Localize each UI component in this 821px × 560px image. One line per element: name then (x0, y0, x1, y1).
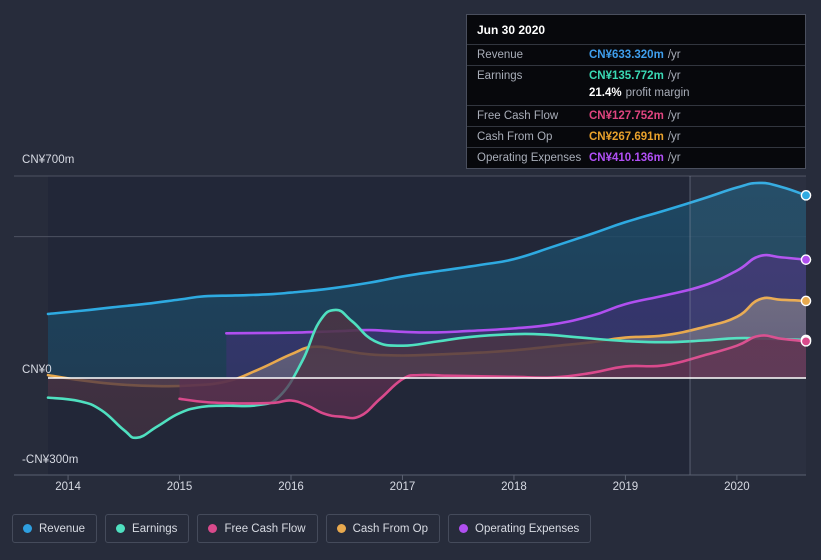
y-axis-label-zero: CN¥0 (22, 364, 52, 376)
tooltip-row: 21.4% profit margin (467, 86, 805, 105)
legend-item-operating-expenses[interactable]: Operating Expenses (448, 514, 591, 543)
series-endpoint-marker[interactable] (801, 191, 810, 200)
tooltip-row: Cash From OpCN¥267.691m/yr (467, 126, 805, 147)
series-endpoint-marker[interactable] (801, 337, 810, 346)
legend-item-free-cash-flow[interactable]: Free Cash Flow (197, 514, 317, 543)
legend-color-dot-icon (459, 524, 468, 533)
x-axis-label: 2016 (278, 481, 304, 493)
x-axis-label: 2017 (390, 481, 416, 493)
y-axis-label-bottom: -CN¥300m (22, 454, 78, 466)
tooltip-row-label: Free Cash Flow (477, 110, 589, 122)
legend-item-label: Free Cash Flow (224, 523, 305, 535)
tooltip-row-value: CN¥633.320m (589, 49, 664, 61)
tooltip-row-label: Operating Expenses (477, 152, 589, 164)
legend-color-dot-icon (23, 524, 32, 533)
y-axis-label-top: CN¥700m (22, 154, 74, 166)
x-axis-label: 2014 (55, 481, 81, 493)
tooltip-row: Free Cash FlowCN¥127.752m/yr (467, 105, 805, 126)
tooltip-row-unit: /yr (668, 49, 681, 61)
x-axis-label: 2019 (613, 481, 639, 493)
chart-tooltip: Jun 30 2020 RevenueCN¥633.320m/yrEarning… (466, 14, 806, 169)
legend-item-revenue[interactable]: Revenue (12, 514, 97, 543)
tooltip-row: RevenueCN¥633.320m/yr (467, 44, 805, 65)
tooltip-date: Jun 30 2020 (467, 15, 805, 44)
legend-item-label: Earnings (132, 523, 177, 535)
tooltip-row-unit: /yr (668, 152, 681, 164)
series-endpoint-marker[interactable] (801, 296, 810, 305)
financial-chart-page: CN¥700m CN¥0 -CN¥300m 2014 2015 2016 2017 20… (0, 0, 821, 560)
tooltip-row: EarningsCN¥135.772m/yr (467, 65, 805, 86)
tooltip-row-value: 21.4% (589, 87, 622, 99)
tooltip-rows: RevenueCN¥633.320m/yrEarningsCN¥135.772m… (467, 44, 805, 168)
series-endpoint-marker[interactable] (801, 255, 810, 264)
tooltip-row-unit: /yr (668, 110, 681, 122)
tooltip-row-value: CN¥127.752m (589, 110, 664, 122)
tooltip-row-unit: /yr (668, 70, 681, 82)
tooltip-row-label: Revenue (477, 49, 589, 61)
tooltip-row-value: CN¥267.691m (589, 131, 664, 143)
tooltip-row-unit: /yr (668, 131, 681, 143)
x-axis-label: 2015 (167, 481, 193, 493)
legend-color-dot-icon (208, 524, 217, 533)
x-axis-label: 2020 (724, 481, 750, 493)
legend-item-label: Operating Expenses (475, 523, 579, 535)
legend-item-earnings[interactable]: Earnings (105, 514, 189, 543)
tooltip-row-label: Cash From Op (477, 131, 589, 143)
tooltip-row-value: CN¥135.772m (589, 70, 664, 82)
hover-highlight-band (690, 176, 806, 475)
legend-color-dot-icon (116, 524, 125, 533)
tooltip-row-label: Earnings (477, 70, 589, 82)
legend-color-dot-icon (337, 524, 346, 533)
tooltip-row-unit: profit margin (626, 87, 690, 99)
chart-legend[interactable]: Revenue Earnings Free Cash Flow Cash From O… (12, 514, 591, 543)
legend-item-cash-from-op[interactable]: Cash From Op (326, 514, 440, 543)
legend-item-label: Cash From Op (353, 523, 428, 535)
tooltip-row: Operating ExpensesCN¥410.136m/yr (467, 147, 805, 168)
legend-item-label: Revenue (39, 523, 85, 535)
tooltip-row-value: CN¥410.136m (589, 152, 664, 164)
x-axis-label: 2018 (501, 481, 527, 493)
